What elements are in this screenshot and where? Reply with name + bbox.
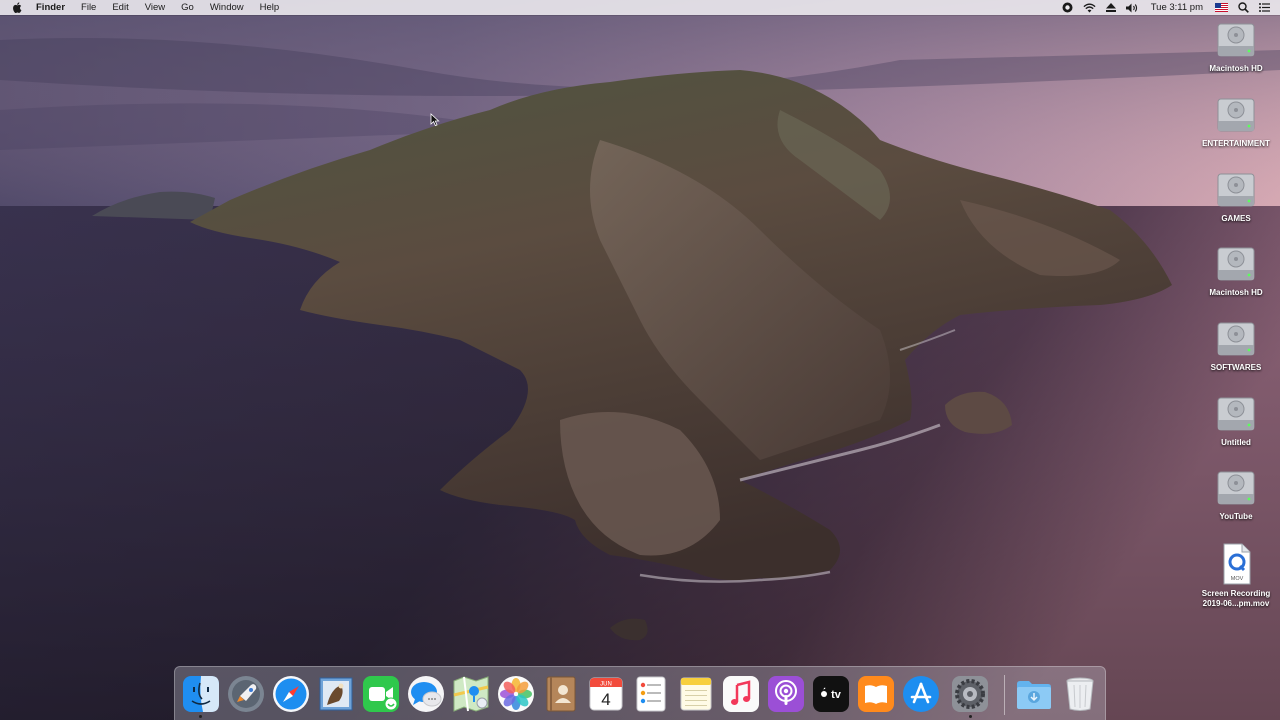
dock-item-podcasts[interactable] — [767, 675, 805, 713]
dock-running-indicator — [969, 715, 972, 718]
screen-record-icon[interactable] — [1057, 0, 1078, 15]
calendar-icon: JUN 4 — [589, 677, 623, 711]
wifi-icon[interactable] — [1078, 0, 1101, 15]
books-icon — [858, 676, 894, 712]
dock-separator — [1004, 675, 1005, 715]
desktop-icon-label: ENTERTAINMENT — [1202, 139, 1270, 148]
menu-go[interactable]: Go — [173, 0, 202, 15]
wallpaper-catalina-island — [0, 0, 1280, 720]
menu-edit[interactable]: Edit — [104, 0, 136, 15]
dock-item-downloads[interactable] — [1015, 675, 1053, 713]
menu-file[interactable]: File — [73, 0, 104, 15]
dock-item-notes[interactable] — [677, 675, 715, 713]
calendar-day: 4 — [601, 690, 610, 709]
reminders-icon — [636, 676, 666, 712]
menubar-clock[interactable]: Tue 3:11 pm — [1144, 0, 1210, 15]
dock-item-app-store[interactable] — [902, 675, 940, 713]
messages-icon — [408, 676, 444, 712]
calendar-month: JUN — [600, 682, 612, 688]
desktop-icon-macintosh-hd[interactable]: Macintosh HD — [1196, 20, 1276, 74]
menu-bar: Finder File Edit View Go Window Help Tue… — [0, 0, 1280, 15]
dock-item-facetime[interactable] — [362, 675, 400, 713]
dock: JUN 4 tv — [174, 666, 1106, 720]
dock-item-calendar[interactable]: JUN 4 — [587, 675, 625, 713]
safari-icon — [273, 676, 309, 712]
dock-item-books[interactable] — [857, 675, 895, 713]
launchpad-icon — [228, 676, 264, 712]
gear-icon — [952, 676, 988, 712]
notes-icon — [680, 677, 712, 711]
dock-running-indicator — [199, 715, 202, 718]
facetime-icon — [363, 676, 399, 712]
desktop[interactable]: Finder File Edit View Go Window Help Tue… — [0, 0, 1280, 720]
hard-drive-icon — [1217, 98, 1255, 132]
desktop-icon-label: GAMES — [1221, 214, 1251, 223]
menu-app-finder[interactable]: Finder — [36, 0, 73, 15]
hard-drive-icon — [1217, 23, 1255, 57]
desktop-icon-entertainment[interactable]: ENTERTAINMENT — [1196, 95, 1276, 149]
desktop-icon-label: YouTube — [1219, 512, 1253, 521]
menu-help[interactable]: Help — [252, 0, 288, 15]
spotlight-search-icon[interactable] — [1233, 0, 1254, 15]
movie-file-icon: MOV — [1223, 543, 1251, 585]
desktop-icon-macintosh-hd-2[interactable]: Macintosh HD — [1196, 244, 1276, 298]
tv-label: tv — [831, 689, 842, 701]
downloads-folder-icon — [1017, 681, 1051, 709]
maps-icon — [453, 676, 489, 712]
trash-icon — [1066, 677, 1094, 711]
dock-item-launchpad[interactable] — [227, 675, 265, 713]
desktop-icon-label: Macintosh HD — [1209, 64, 1263, 73]
hard-drive-icon — [1217, 471, 1255, 505]
volume-icon[interactable] — [1121, 0, 1144, 15]
podcasts-icon — [768, 676, 804, 712]
hard-drive-icon — [1217, 247, 1255, 281]
mail-icon — [319, 677, 353, 711]
desktop-icon-untitled[interactable]: Untitled — [1196, 394, 1276, 448]
contacts-icon — [546, 676, 576, 712]
dock-item-safari[interactable] — [272, 675, 310, 713]
eject-icon[interactable] — [1101, 0, 1121, 15]
photos-icon — [498, 676, 534, 712]
hard-drive-icon — [1217, 173, 1255, 207]
dock-item-contacts[interactable] — [542, 675, 580, 713]
menu-view[interactable]: View — [137, 0, 173, 15]
desktop-icon-label: Screen Recording 2019-06...pm.mov — [1201, 589, 1271, 608]
desktop-icon-games[interactable]: GAMES — [1196, 170, 1276, 224]
apple-tv-icon: tv — [813, 676, 849, 712]
desktop-icon-softwares[interactable]: SOFTWARES — [1196, 319, 1276, 373]
apple-menu-icon[interactable] — [12, 2, 24, 13]
dock-item-mail[interactable] — [317, 675, 355, 713]
hard-drive-icon — [1217, 322, 1255, 356]
app-store-icon — [903, 676, 939, 712]
music-icon — [723, 676, 759, 712]
desktop-icon-youtube[interactable]: YouTube — [1196, 468, 1276, 522]
dock-item-messages[interactable] — [407, 675, 445, 713]
notification-center-icon[interactable] — [1254, 0, 1280, 15]
dock-item-music[interactable] — [722, 675, 760, 713]
finder-icon — [183, 676, 219, 712]
hard-drive-icon — [1217, 397, 1255, 431]
menu-window[interactable]: Window — [202, 0, 252, 15]
desktop-icon-label: SOFTWARES — [1210, 363, 1262, 372]
mouse-cursor-icon — [430, 113, 440, 127]
dock-item-maps[interactable] — [452, 675, 490, 713]
dock-item-finder[interactable] — [182, 675, 220, 713]
desktop-icon-label: Untitled — [1221, 438, 1251, 447]
dock-item-trash[interactable] — [1061, 675, 1099, 713]
flag-icon[interactable] — [1210, 0, 1233, 15]
desktop-icon-label: Macintosh HD — [1209, 288, 1263, 297]
movie-badge: MOV — [1231, 576, 1244, 582]
dock-item-tv[interactable]: tv — [812, 675, 850, 713]
dock-item-reminders[interactable] — [632, 675, 670, 713]
desktop-icon-screen-recording[interactable]: MOV Screen Recording 2019-06...pm.mov — [1196, 543, 1276, 609]
dock-item-system-preferences[interactable] — [951, 675, 989, 713]
dock-item-photos[interactable] — [497, 675, 535, 713]
